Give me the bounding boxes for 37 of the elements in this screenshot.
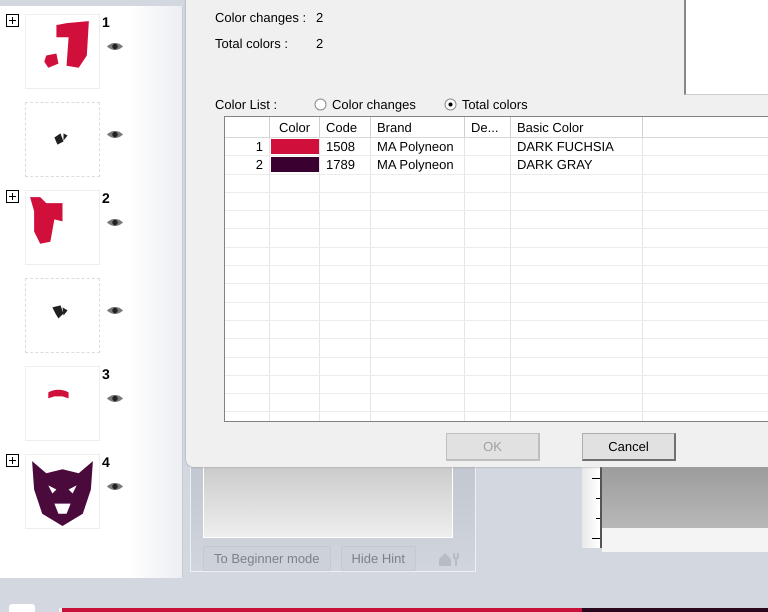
eye-icon[interactable] <box>106 305 124 316</box>
layer-number: 3 <box>102 366 111 384</box>
layer-thumbnail[interactable] <box>25 454 100 529</box>
layer-thumbnail[interactable] <box>25 278 100 353</box>
radio-icon[interactable] <box>314 98 327 110</box>
eye-icon[interactable] <box>106 393 124 404</box>
table-cell: MA Polyneon <box>371 156 465 174</box>
eye-icon[interactable] <box>106 481 124 492</box>
eye-icon[interactable] <box>106 217 124 228</box>
stat-value: 2 <box>316 10 324 25</box>
radio-icon[interactable] <box>444 98 457 110</box>
expand-icon[interactable] <box>6 14 19 27</box>
eye-icon[interactable] <box>106 41 124 52</box>
color-list-label: Color List : <box>215 96 278 112</box>
table-cell: 1789 <box>320 156 371 174</box>
table-cell: DARK GRAY <box>511 156 643 174</box>
layer-thumbnail[interactable] <box>25 366 100 441</box>
stat-label: Color changes : <box>215 10 308 25</box>
radio-option[interactable]: Total colors <box>444 96 528 112</box>
table-cell: 1 <box>225 138 270 156</box>
layer-number: 2 <box>102 190 111 208</box>
expand-icon[interactable] <box>6 454 19 467</box>
table-cell: DARK FUCHSIA <box>511 138 643 156</box>
layer-number: 1 <box>102 14 111 32</box>
eye-icon[interactable] <box>106 129 124 140</box>
layer-thumbnail[interactable] <box>25 102 100 177</box>
cancel-button[interactable]: Cancel <box>582 433 676 461</box>
table-cell: 2 <box>225 156 270 174</box>
table-cell: 1508 <box>320 138 371 156</box>
layer-number: 4 <box>102 454 111 472</box>
stat-label: Total colors : <box>215 36 289 51</box>
layer-thumbnail[interactable] <box>25 190 100 265</box>
expand-icon[interactable] <box>6 190 19 203</box>
layer-thumbnail[interactable] <box>25 14 100 89</box>
table-cell: MA Polyneon <box>371 138 465 156</box>
stat-value: 2 <box>316 36 324 51</box>
radio-option[interactable]: Color changes <box>314 96 416 112</box>
